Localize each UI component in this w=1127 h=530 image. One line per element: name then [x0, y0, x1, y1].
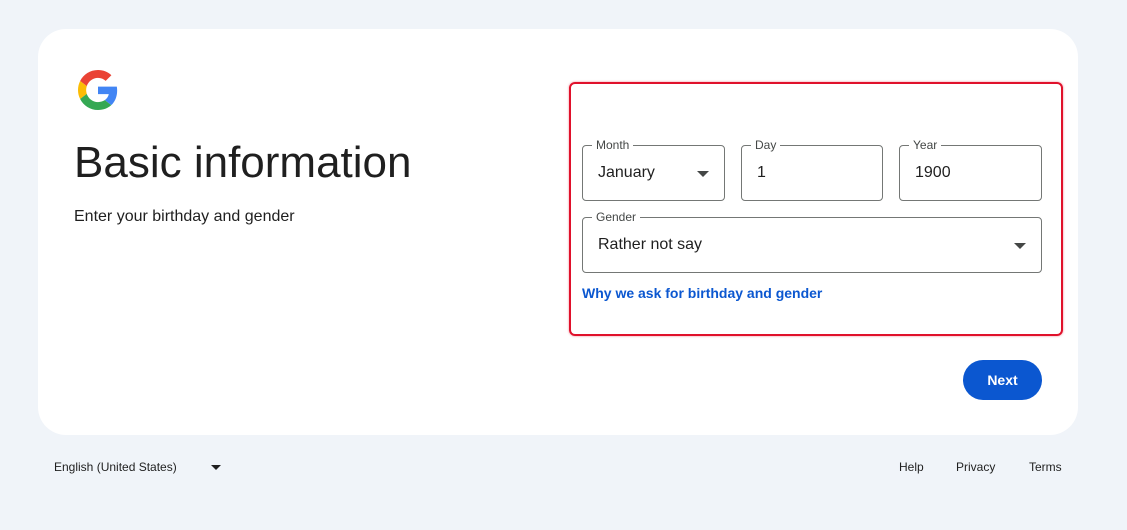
language-selector[interactable]: English (United States) — [54, 459, 177, 475]
year-input[interactable]: Year 1900 — [899, 137, 1042, 201]
language-caret-down-icon[interactable] — [211, 465, 221, 470]
year-value: 1900 — [915, 164, 951, 181]
month-label: Month — [592, 137, 634, 153]
why-we-ask-link[interactable]: Why we ask for birthday and gender — [582, 284, 822, 302]
google-g-logo-icon — [78, 70, 118, 110]
year-label: Year — [909, 137, 942, 153]
page-title: Basic information — [74, 138, 412, 187]
caret-down-icon — [1014, 243, 1026, 249]
gender-select[interactable]: Gender Rather not say — [582, 209, 1042, 273]
next-button[interactable]: Next — [963, 360, 1042, 400]
caret-down-icon — [697, 171, 709, 177]
month-select[interactable]: Month January — [582, 137, 725, 201]
day-value: 1 — [757, 164, 766, 181]
day-label: Day — [751, 137, 781, 153]
privacy-link[interactable]: Privacy — [956, 459, 995, 475]
month-value: January — [598, 164, 655, 181]
terms-link[interactable]: Terms — [1029, 459, 1062, 475]
page-subtitle: Enter your birthday and gender — [74, 208, 295, 225]
day-input[interactable]: Day 1 — [741, 137, 883, 201]
help-link[interactable]: Help — [899, 459, 924, 475]
gender-label: Gender — [592, 209, 641, 225]
signup-card: Basic information Enter your birthday an… — [38, 29, 1078, 435]
gender-value: Rather not say — [598, 236, 703, 253]
